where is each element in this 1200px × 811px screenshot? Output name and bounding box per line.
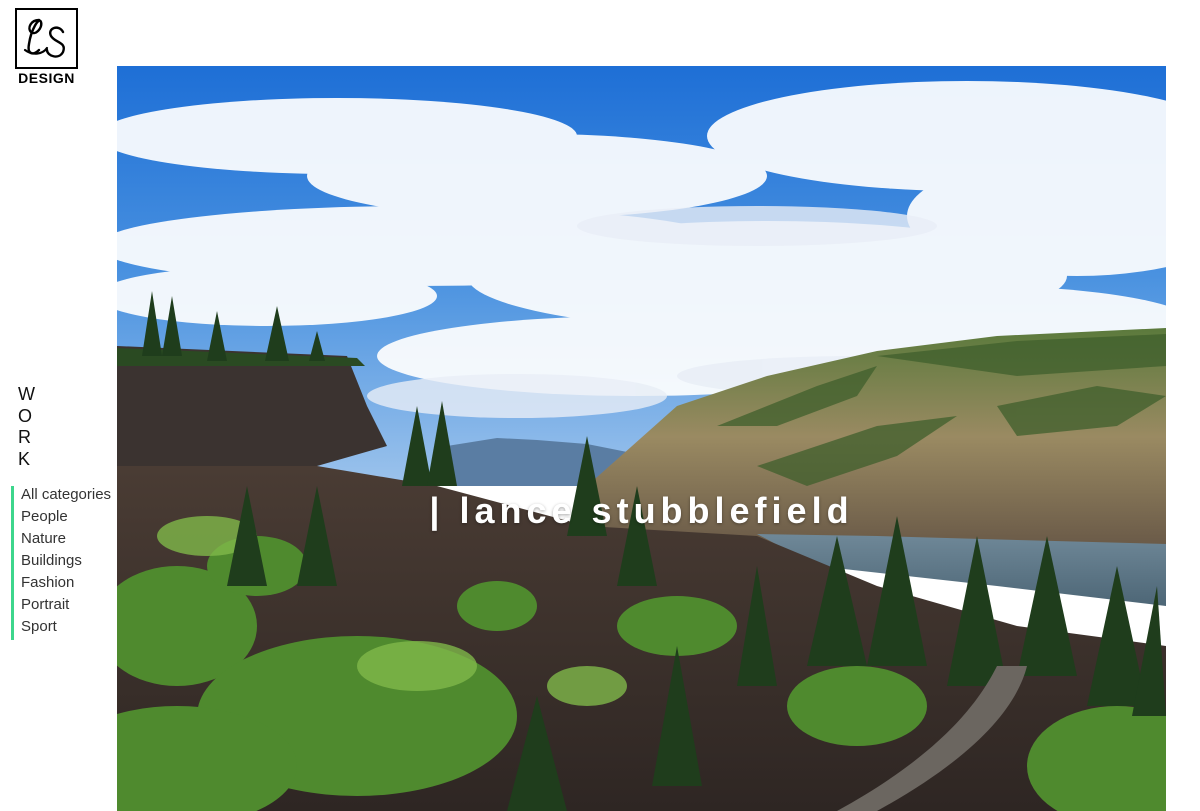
category-portrait[interactable]: Portrait xyxy=(11,596,116,618)
work-letter: W xyxy=(18,384,35,404)
category-all[interactable]: All categories xyxy=(11,486,116,508)
logo-mark xyxy=(15,8,78,69)
category-nav: All categories People Nature Buildings F… xyxy=(11,486,116,640)
hero-title: | lance stubblefield xyxy=(429,490,854,531)
category-buildings[interactable]: Buildings xyxy=(11,552,116,574)
work-letter: O xyxy=(18,405,33,426)
category-nature[interactable]: Nature xyxy=(11,530,116,552)
hero-banner: | lance stubblefield xyxy=(117,66,1166,811)
work-letter: K xyxy=(18,448,31,469)
work-heading: W O R K xyxy=(18,384,38,470)
hero-landscape-image xyxy=(117,66,1166,811)
work-letter: R xyxy=(18,427,31,447)
site-logo[interactable]: DESIGN xyxy=(15,8,78,86)
category-people[interactable]: People xyxy=(11,508,116,530)
category-fashion[interactable]: Fashion xyxy=(11,574,116,596)
logo-text: DESIGN xyxy=(18,70,75,86)
category-sport[interactable]: Sport xyxy=(11,618,116,640)
